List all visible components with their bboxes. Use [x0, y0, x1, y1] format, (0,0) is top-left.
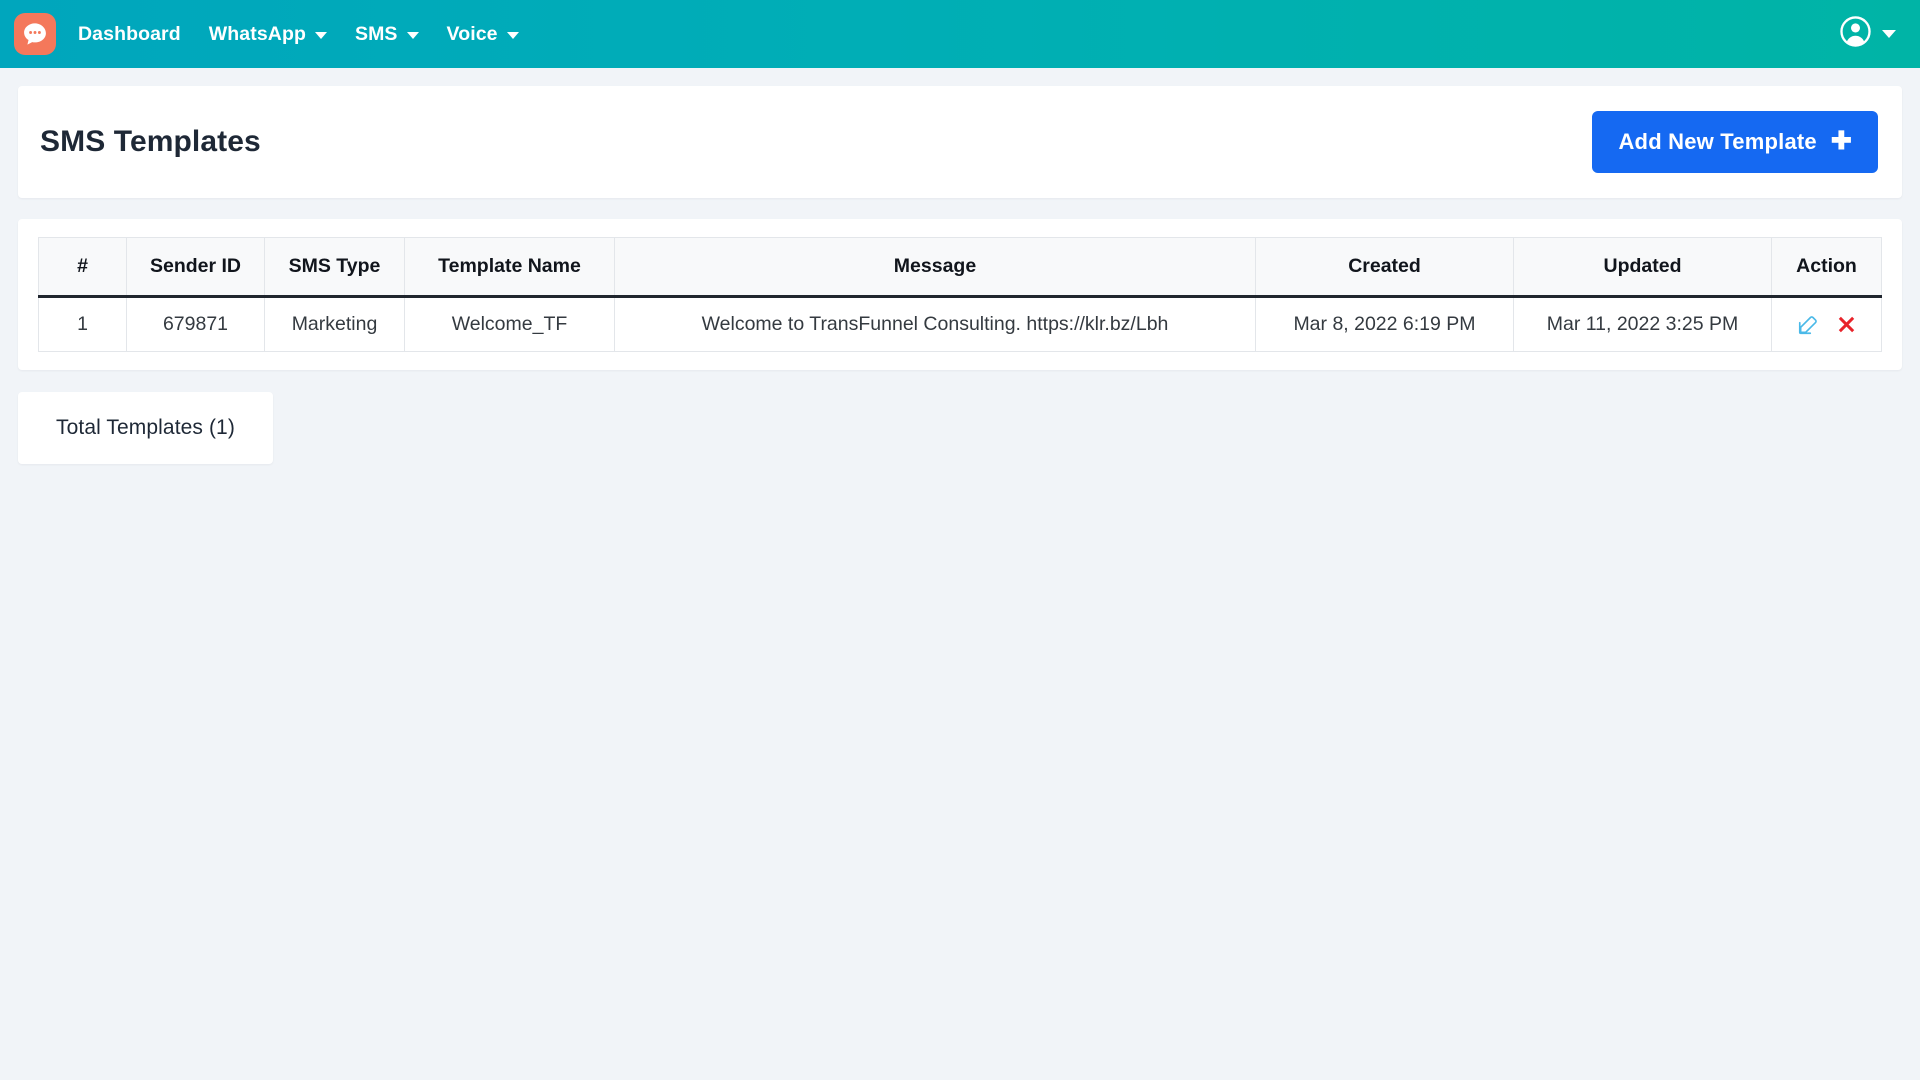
user-circle-icon — [1839, 15, 1872, 53]
page-header-card: SMS Templates Add New Template ✚ — [18, 86, 1902, 198]
column-header-updated: Updated — [1513, 237, 1772, 298]
cell-action — [1771, 296, 1882, 352]
column-header-action: Action — [1771, 237, 1882, 298]
chevron-down-icon — [314, 31, 327, 39]
chevron-down-icon — [1882, 30, 1896, 38]
column-header-sender-id: Sender ID — [126, 237, 265, 298]
nav-item-whatsapp[interactable]: WhatsApp — [195, 23, 341, 46]
templates-table-card: # Sender ID SMS Type Template Name Messa… — [18, 219, 1902, 370]
column-header-sms-type: SMS Type — [264, 237, 405, 298]
column-header-template-name: Template Name — [404, 237, 615, 298]
cell-sms-type: Marketing — [264, 296, 405, 352]
nav-item-sms[interactable]: SMS — [341, 23, 433, 46]
cell-message: Welcome to TransFunnel Consulting. https… — [614, 296, 1256, 352]
column-header-message: Message — [614, 237, 1256, 298]
chat-bubble-icon — [21, 20, 49, 48]
add-new-template-button[interactable]: Add New Template ✚ — [1592, 111, 1878, 173]
brand-logo[interactable] — [14, 13, 56, 55]
page-title: SMS Templates — [40, 125, 261, 158]
delete-template-button[interactable] — [1836, 314, 1857, 335]
column-header-number: # — [38, 237, 127, 298]
chevron-down-icon — [406, 31, 419, 39]
cell-template-name: Welcome_TF — [404, 296, 615, 352]
nav-item-dashboard[interactable]: Dashboard — [78, 23, 195, 46]
sms-templates-table: # Sender ID SMS Type Template Name Messa… — [38, 237, 1882, 352]
page-content: SMS Templates Add New Template ✚ # Sende… — [0, 68, 1920, 464]
nav-item-voice[interactable]: Voice — [433, 23, 533, 46]
edit-template-button[interactable] — [1797, 314, 1819, 336]
top-navbar: Dashboard WhatsApp SMS Voice — [0, 0, 1920, 68]
plus-icon: ✚ — [1830, 126, 1852, 155]
add-new-template-label: Add New Template — [1618, 129, 1817, 154]
table-row: 1 679871 Marketing Welcome_TF Welcome to… — [38, 296, 1882, 352]
delete-cross-icon — [1836, 314, 1857, 335]
cell-updated: Mar 11, 2022 3:25 PM — [1513, 296, 1772, 352]
edit-pencil-square-icon — [1797, 314, 1819, 336]
nav-label-sms: SMS — [354, 22, 398, 45]
nav-links: Dashboard WhatsApp SMS Voice — [78, 23, 533, 46]
total-templates-label: Total Templates (1) — [56, 416, 235, 439]
account-menu[interactable] — [1839, 15, 1896, 53]
nav-label-whatsapp: WhatsApp — [208, 22, 306, 45]
total-templates-card: Total Templates (1) — [18, 392, 273, 464]
cell-number: 1 — [38, 296, 127, 352]
column-header-created: Created — [1255, 237, 1514, 298]
cell-sender-id: 679871 — [126, 296, 265, 352]
nav-label-voice: Voice — [446, 22, 498, 45]
nav-label-dashboard: Dashboard — [78, 22, 181, 45]
chevron-down-icon — [506, 31, 519, 39]
table-header-row: # Sender ID SMS Type Template Name Messa… — [38, 237, 1882, 298]
cell-created: Mar 8, 2022 6:19 PM — [1255, 296, 1514, 352]
